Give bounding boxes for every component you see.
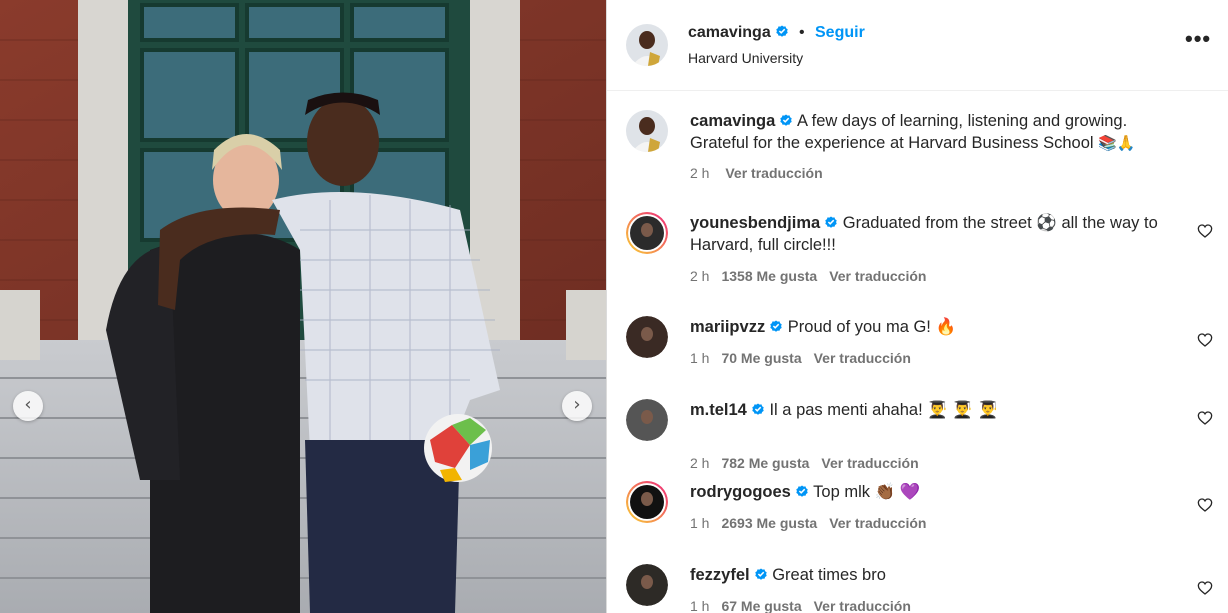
heart-icon [1197,333,1213,347]
comment-translate-link[interactable]: Ver traducción [814,598,911,613]
comment-username[interactable]: rodrygogoes [690,483,791,501]
comment-avatar[interactable] [626,481,668,523]
more-options-icon[interactable]: ••• [1185,28,1211,50]
carousel-next-button[interactable]: › [562,391,592,421]
verified-badge-icon [776,25,788,37]
like-heart-icon[interactable] [1197,497,1213,513]
comment-time[interactable]: 2 h [690,455,709,471]
comment-meta: 2 h 782 Me gusta Ver traducción [690,455,931,471]
caption-time[interactable]: 2 h [690,165,709,181]
author-username[interactable]: camavinga [688,24,789,42]
comment-username[interactable]: younesbendjima [690,214,820,232]
comment-text-block: mariipvzz Proud of you ma G! 🔥 [690,316,1172,338]
comment-text-block: fezzyfel Great times bro [690,564,1172,586]
comment-avatar[interactable] [626,316,668,358]
caption-meta: 2 h Ver traducción [690,165,835,181]
comment-meta: 2 h 1358 Me gusta Ver traducción [690,268,938,284]
comment-text: Il a pas menti ahaha! 👨‍🎓 👨‍🎓 👨‍🎓 [769,401,999,419]
comment-meta: 1 h 2693 Me gusta Ver traducción [690,515,938,531]
like-heart-icon[interactable] [1197,223,1213,239]
comment-time[interactable]: 1 h [690,598,709,613]
comment-likes[interactable]: 70 Me gusta [721,350,801,366]
comment-likes[interactable]: 782 Me gusta [721,455,809,471]
comment-avatar-image [626,481,668,523]
heart-icon [1197,498,1213,512]
header-separator: • [799,24,805,41]
caption-avatar-image [626,110,668,152]
author-avatar-image [626,24,668,66]
comment-meta: 1 h 67 Me gusta Ver traducción [690,598,923,613]
author-avatar[interactable] [626,24,668,66]
chevron-left-icon: ‹ [24,394,32,415]
like-heart-icon[interactable] [1197,580,1213,596]
comment-translate-link[interactable]: Ver traducción [821,455,918,471]
comment-avatar-image [626,399,668,441]
caption-emojis: 📚🙏 [1098,134,1136,152]
chevron-right-icon: › [573,394,581,415]
heart-icon [1197,411,1213,425]
post-photo[interactable]: ‹ › [0,0,606,613]
comment-translate-link[interactable]: Ver traducción [814,350,911,366]
caption-translate-link[interactable]: Ver traducción [725,165,822,181]
comment-text-block: rodrygogoes Top mlk 👏🏾 💜 [690,481,1172,503]
comment-avatar-image [626,564,668,606]
post-details-panel: camavinga • Seguir Harvard University ••… [607,0,1228,613]
comment-translate-link[interactable]: Ver traducción [829,515,926,531]
like-heart-icon[interactable] [1197,332,1213,348]
comment-text-block: m.tel14 Il a pas menti ahaha! 👨‍🎓 👨‍🎓 👨‍… [690,399,1172,421]
heart-icon [1197,224,1213,238]
comment-avatar[interactable] [626,212,668,254]
comment-likes[interactable]: 2693 Me gusta [721,515,817,531]
caption-username[interactable]: camavinga [690,112,775,130]
caption-author-avatar[interactable] [626,110,668,152]
comment-avatar-image [626,316,668,358]
verified-badge-icon [825,216,837,228]
carousel-prev-button[interactable]: ‹ [13,391,43,421]
post-photo-illustration [0,0,606,613]
verified-badge-icon [770,320,782,332]
comment-username[interactable]: mariipvzz [690,318,765,336]
like-heart-icon[interactable] [1197,410,1213,426]
comment-meta: 1 h 70 Me gusta Ver traducción [690,350,923,366]
verified-badge-icon [754,568,767,580]
comment-avatar[interactable] [626,564,668,606]
comment-likes[interactable]: 1358 Me gusta [721,268,817,284]
comment-time[interactable]: 1 h [690,515,709,531]
comment-text-block: younesbendjima Graduated from the street… [690,212,1172,256]
verified-badge-icon [780,114,792,126]
caption-text-block: camavinga A few days of learning, listen… [690,110,1172,154]
comment-likes[interactable]: 67 Me gusta [721,598,801,613]
author-username-text: camavinga [688,24,771,41]
comment-avatar[interactable] [626,399,668,441]
comment-text: Great times bro [772,566,886,584]
post-header: camavinga • Seguir Harvard University ••… [607,0,1228,91]
comment-time[interactable]: 1 h [690,350,709,366]
comment-time[interactable]: 2 h [690,268,709,284]
follow-button[interactable]: Seguir [815,24,865,42]
post-location[interactable]: Harvard University [688,50,803,66]
verified-badge-icon [796,485,808,497]
heart-icon [1197,581,1213,595]
comment-translate-link[interactable]: Ver traducción [829,268,926,284]
comment-username[interactable]: m.tel14 [690,401,747,419]
verified-badge-icon [752,403,764,415]
comment-avatar-image [626,212,668,254]
comment-username[interactable]: fezzyfel [690,566,750,584]
comment-text: Proud of you ma G! 🔥 [787,318,956,336]
comment-text: Top mlk 👏🏾 💜 [813,483,921,501]
